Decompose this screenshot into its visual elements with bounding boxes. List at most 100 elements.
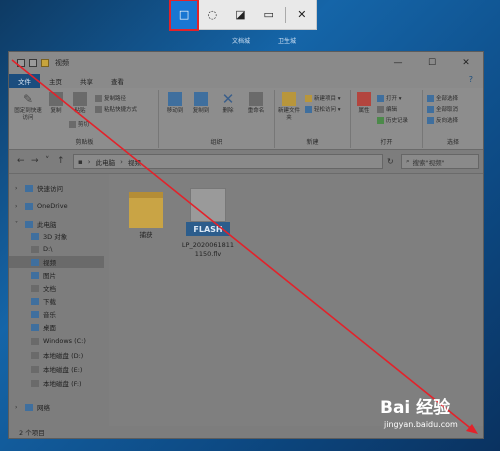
- quick-properties-icon[interactable]: [29, 59, 37, 67]
- chevron-right-icon: ›: [15, 202, 18, 210]
- nav-item-downloads[interactable]: 下载: [21, 295, 56, 307]
- window-icon: ◪: [235, 8, 246, 21]
- nav-item-3d-objects[interactable]: 3D 对象: [21, 230, 67, 242]
- rectangle-snip-button[interactable]: □: [168, 0, 200, 31]
- nav-item-local-e[interactable]: 本地磁盘 (E:): [21, 363, 82, 375]
- drive-icon: [31, 351, 39, 359]
- cut-icon: [69, 120, 76, 128]
- tab-view[interactable]: 查看: [102, 74, 133, 88]
- invert-selection-button[interactable]: 反向选择: [427, 116, 458, 124]
- select-all-button[interactable]: 全部选择: [427, 94, 458, 102]
- nav-item-videos[interactable]: 视频: [9, 256, 104, 268]
- nav-item-pictures[interactable]: 图片: [21, 269, 56, 281]
- move-to-button[interactable]: 移动到: [163, 92, 187, 115]
- breadcrumb-this-pc[interactable]: 此电脑: [96, 157, 116, 167]
- drive-icon: [31, 365, 39, 373]
- select-none-icon: [427, 105, 434, 113]
- chevron-down-icon: ˅: [15, 220, 18, 228]
- ribbon-tabs: 文件 主页 共享 查看 ?: [9, 74, 483, 88]
- window-close-button[interactable]: ✕: [449, 52, 483, 74]
- ribbon-group-new: 新建文件夹 新建项目 ▾ 轻松访问 ▾ 新建: [275, 90, 351, 148]
- rectangle-icon: □: [178, 8, 190, 21]
- easy-access-button[interactable]: 轻松访问 ▾: [305, 105, 341, 113]
- address-input[interactable]: ▪ › 此电脑 › 视频: [73, 154, 383, 169]
- new-folder-icon[interactable]: [41, 59, 49, 67]
- nav-item-local-f[interactable]: 本地磁盘 (F:): [21, 377, 82, 389]
- snip-divider: [284, 6, 286, 23]
- back-button[interactable]: ←: [17, 156, 25, 166]
- window-snip-button[interactable]: ◪: [226, 0, 254, 30]
- rename-icon: [249, 92, 263, 106]
- new-item-button[interactable]: 新建项目 ▾: [305, 94, 341, 102]
- video-icon: [31, 258, 39, 266]
- open-button[interactable]: 打开 ▾: [377, 94, 402, 102]
- nav-item-this-pc[interactable]: ˅ 此电脑: [15, 218, 57, 230]
- copy-path-icon: [95, 94, 102, 102]
- delete-button[interactable]: ✕ 删除: [217, 92, 239, 115]
- chevron-right-icon: ›: [15, 184, 18, 192]
- snip-close-button[interactable]: ✕: [288, 0, 316, 30]
- delete-icon: ✕: [221, 90, 235, 108]
- pin-quick-access-button[interactable]: ✎ 固定到快速访问: [13, 92, 43, 122]
- paste-button[interactable]: 粘贴: [69, 92, 91, 115]
- fullscreen-icon: ▭: [263, 8, 274, 21]
- open-icon: [377, 94, 384, 102]
- copy-path-button[interactable]: 复制路径: [95, 94, 126, 102]
- close-icon: ✕: [297, 8, 307, 21]
- help-icon[interactable]: ?: [469, 75, 473, 84]
- ribbon-group-organize: 移动到 复制到 ✕ 删除 重命名 组织: [159, 90, 275, 148]
- nav-item-documents[interactable]: 文档: [21, 282, 56, 294]
- drive-icon: [31, 379, 39, 387]
- forward-button[interactable]: →: [31, 156, 39, 166]
- nav-item-d-drive[interactable]: D:\: [21, 243, 52, 255]
- ribbon-group-label: 打开: [380, 139, 393, 146]
- freeform-snip-button[interactable]: ◌: [198, 0, 226, 30]
- title-bar: 视频 — ☐ ✕: [9, 52, 483, 74]
- select-none-button[interactable]: 全部取消: [427, 105, 458, 113]
- history-button[interactable]: 历史记录: [377, 116, 408, 124]
- folder-icon: [127, 188, 165, 228]
- recent-locations-button[interactable]: ˅: [45, 156, 50, 166]
- fullscreen-snip-button[interactable]: ▭: [255, 0, 283, 30]
- maximize-button[interactable]: ☐: [415, 52, 449, 74]
- nav-item-local-d[interactable]: 本地磁盘 (D:): [21, 349, 83, 361]
- search-input[interactable]: ⌕ 搜索"视频": [401, 154, 479, 169]
- desktop-label: 文档城: [232, 38, 251, 45]
- invert-selection-icon: [427, 116, 434, 124]
- easy-access-icon: [305, 105, 312, 113]
- nav-item-quick-access[interactable]: › 快速访问: [15, 182, 63, 194]
- refresh-icon[interactable]: ↻: [387, 157, 394, 166]
- tab-share[interactable]: 共享: [71, 74, 102, 88]
- copy-to-button[interactable]: 复制到: [189, 92, 213, 115]
- nav-item-music[interactable]: 音乐: [21, 308, 56, 320]
- file-name: 捕获: [139, 231, 153, 239]
- paste-icon: [73, 92, 87, 106]
- breadcrumb-videos[interactable]: 视频: [128, 157, 141, 167]
- window-title: 视频: [55, 59, 69, 67]
- search-icon: ⌕: [406, 157, 410, 165]
- nav-item-desktop[interactable]: 桌面: [21, 321, 56, 333]
- document-icon: [31, 284, 39, 292]
- edit-button[interactable]: 编辑: [377, 105, 397, 113]
- up-button[interactable]: ↑: [57, 156, 65, 166]
- rename-button[interactable]: 重命名: [243, 92, 269, 115]
- ribbon: ✎ 固定到快速访问 复制 粘贴 复制路径 粘贴快捷方式 剪切 剪贴板 移动到 复…: [9, 88, 483, 150]
- copy-button[interactable]: 复制: [45, 92, 67, 115]
- tab-home[interactable]: 主页: [40, 74, 71, 88]
- drive-icon: [31, 245, 39, 253]
- new-folder-button[interactable]: 新建文件夹: [277, 92, 301, 122]
- cut-button[interactable]: 剪切: [69, 120, 89, 128]
- path-root-icon: ▪: [78, 157, 83, 166]
- file-item-flv[interactable]: FLASH LP_2020061811 1150.flv: [173, 188, 243, 259]
- network-icon: [25, 403, 33, 411]
- picture-icon: [31, 271, 39, 279]
- paste-shortcut-button[interactable]: 粘贴快捷方式: [95, 105, 137, 113]
- nav-item-network[interactable]: › 网络: [15, 401, 50, 413]
- minimize-button[interactable]: —: [381, 52, 415, 74]
- properties-button[interactable]: 属性: [353, 92, 375, 115]
- nav-item-c-drive[interactable]: Windows (C:): [21, 335, 86, 347]
- nav-item-onedrive[interactable]: › OneDrive: [15, 200, 68, 212]
- tab-file[interactable]: 文件: [9, 74, 40, 88]
- file-item-folder[interactable]: 捕获: [119, 188, 173, 240]
- watermark-logo-text: Bai 经验: [380, 398, 451, 418]
